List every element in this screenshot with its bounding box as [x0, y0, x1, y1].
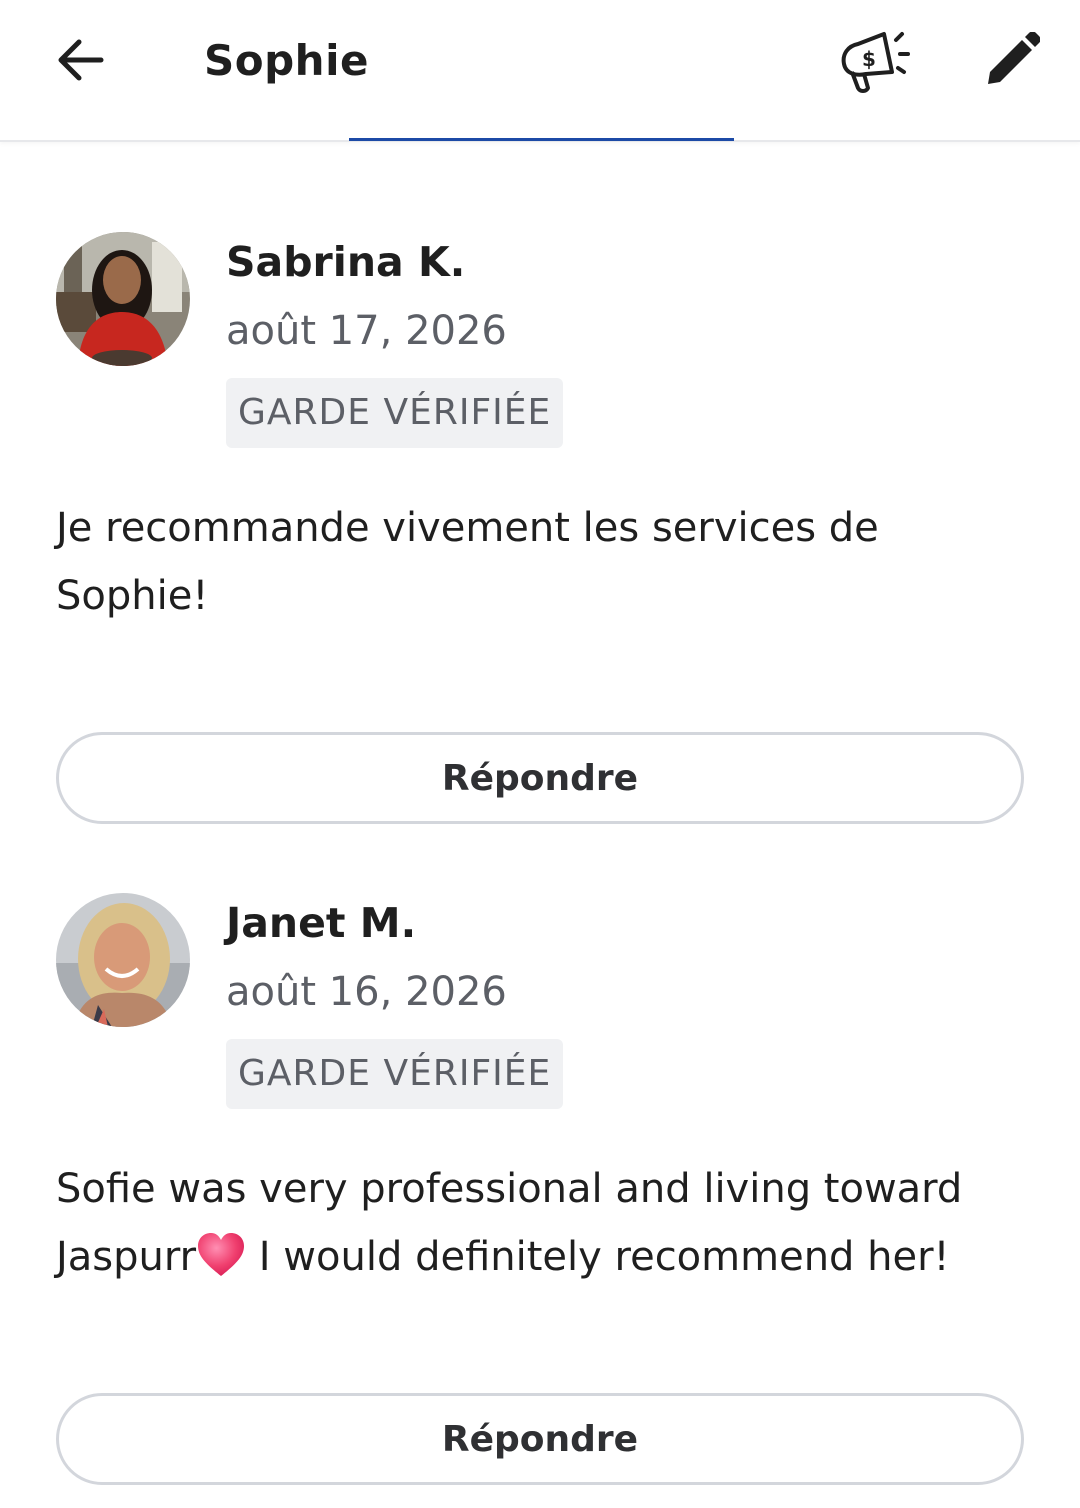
active-tab-indicator [349, 138, 734, 141]
top-app-bar: Sophie $ [0, 0, 1080, 142]
review-date: août 16, 2026 [226, 969, 507, 1015]
svg-text:$: $ [862, 47, 876, 71]
review-text-part: I would definitely recommend her! [246, 1234, 950, 1280]
back-button[interactable] [50, 28, 110, 92]
pencil-icon [988, 32, 1040, 84]
reviewer-name: Sabrina K. [226, 238, 466, 286]
verified-badge: GARDE VÉRIFIÉE [226, 1039, 564, 1109]
avatar [56, 232, 190, 366]
verified-badge: GARDE VÉRIFIÉE [226, 378, 564, 448]
reply-button[interactable]: Répondre [56, 732, 1024, 824]
megaphone-dollar-icon: $ [841, 32, 910, 93]
avatar [56, 893, 190, 1027]
arrow-left-icon [58, 39, 104, 81]
edit-button[interactable] [978, 28, 1044, 94]
reviewer-name: Janet M. [226, 899, 417, 947]
promote-button[interactable]: $ [834, 24, 914, 100]
review-text: Je recommande vivement les services de S… [56, 505, 879, 619]
heart-emoji-icon [198, 1233, 245, 1276]
review-text: Sofie was very professional and living t… [56, 1155, 1024, 1291]
reply-button[interactable]: Répondre [56, 1393, 1024, 1485]
page-title: Sophie [204, 36, 369, 85]
review-date: août 17, 2026 [226, 308, 507, 354]
